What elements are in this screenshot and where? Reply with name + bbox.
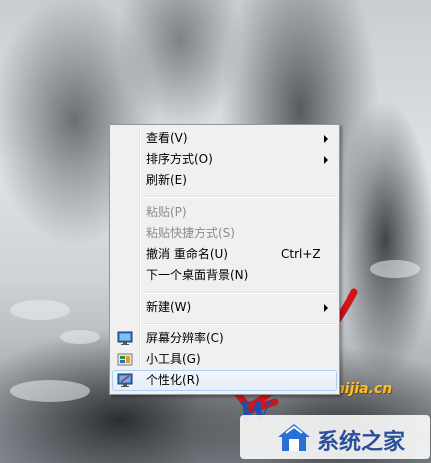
menu-item-undo-rename[interactable]: 撤消 重命名(U) Ctrl+Z [112,244,337,265]
watermark-logo: 系统之家 [240,415,430,459]
menu-item-label: 小工具(G) [146,352,201,366]
menu-item-paste[interactable]: 粘贴(P) [112,202,337,223]
menu-item-label: 排序方式(O) [146,152,213,166]
submenu-arrow-icon [324,304,328,312]
menu-item-next-desktop-background[interactable]: 下一个桌面背景(N) [112,265,337,286]
menu-separator [142,292,336,294]
menu-item-new[interactable]: 新建(W) [112,297,337,318]
desktop-context-menu: 查看(V) 排序方式(O) 刷新(E) 粘贴(P) 粘贴快捷方式(S) 撤消 重… [109,124,340,395]
snow-patch [10,380,90,402]
menu-item-gadgets[interactable]: 小工具(G) [112,349,337,370]
submenu-arrow-icon [324,135,328,143]
watermark-logo-text: 系统之家 [317,430,406,455]
menu-item-label: 查看(V) [146,131,188,145]
menu-item-label: 粘贴快捷方式(S) [146,226,235,240]
menu-item-label: 粘贴(P) [146,205,187,219]
menu-item-label: 撤消 重命名(U) [146,247,228,261]
menu-separator [142,323,336,325]
gadgets-icon [117,353,133,366]
menu-item-paste-shortcut[interactable]: 粘贴快捷方式(S) [112,223,337,244]
menu-item-label: 刷新(E) [146,173,187,187]
submenu-arrow-icon [324,156,328,164]
menu-item-screen-resolution[interactable]: 屏幕分辨率(C) [112,328,337,349]
menu-item-shortcut: Ctrl+Z [281,247,321,261]
menu-item-label: 屏幕分辨率(C) [146,331,224,345]
menu-item-label: 下一个桌面背景(N) [146,268,249,282]
menu-item-label: 新建(W) [146,300,192,314]
menu-item-view[interactable]: 查看(V) [112,128,337,149]
snow-patch [10,300,70,320]
menu-item-refresh[interactable]: 刷新(E) [112,170,337,191]
menu-item-sort-by[interactable]: 排序方式(O) [112,149,337,170]
personalize-icon [117,373,133,387]
menu-item-personalize[interactable]: 个性化(R) [112,370,337,391]
snow-patch [370,260,420,278]
menu-item-label: 个性化(R) [146,373,200,387]
screen-resolution-icon [117,331,133,345]
house-logo-icon [278,424,310,451]
snow-patch [60,330,100,344]
menu-separator [142,196,336,198]
